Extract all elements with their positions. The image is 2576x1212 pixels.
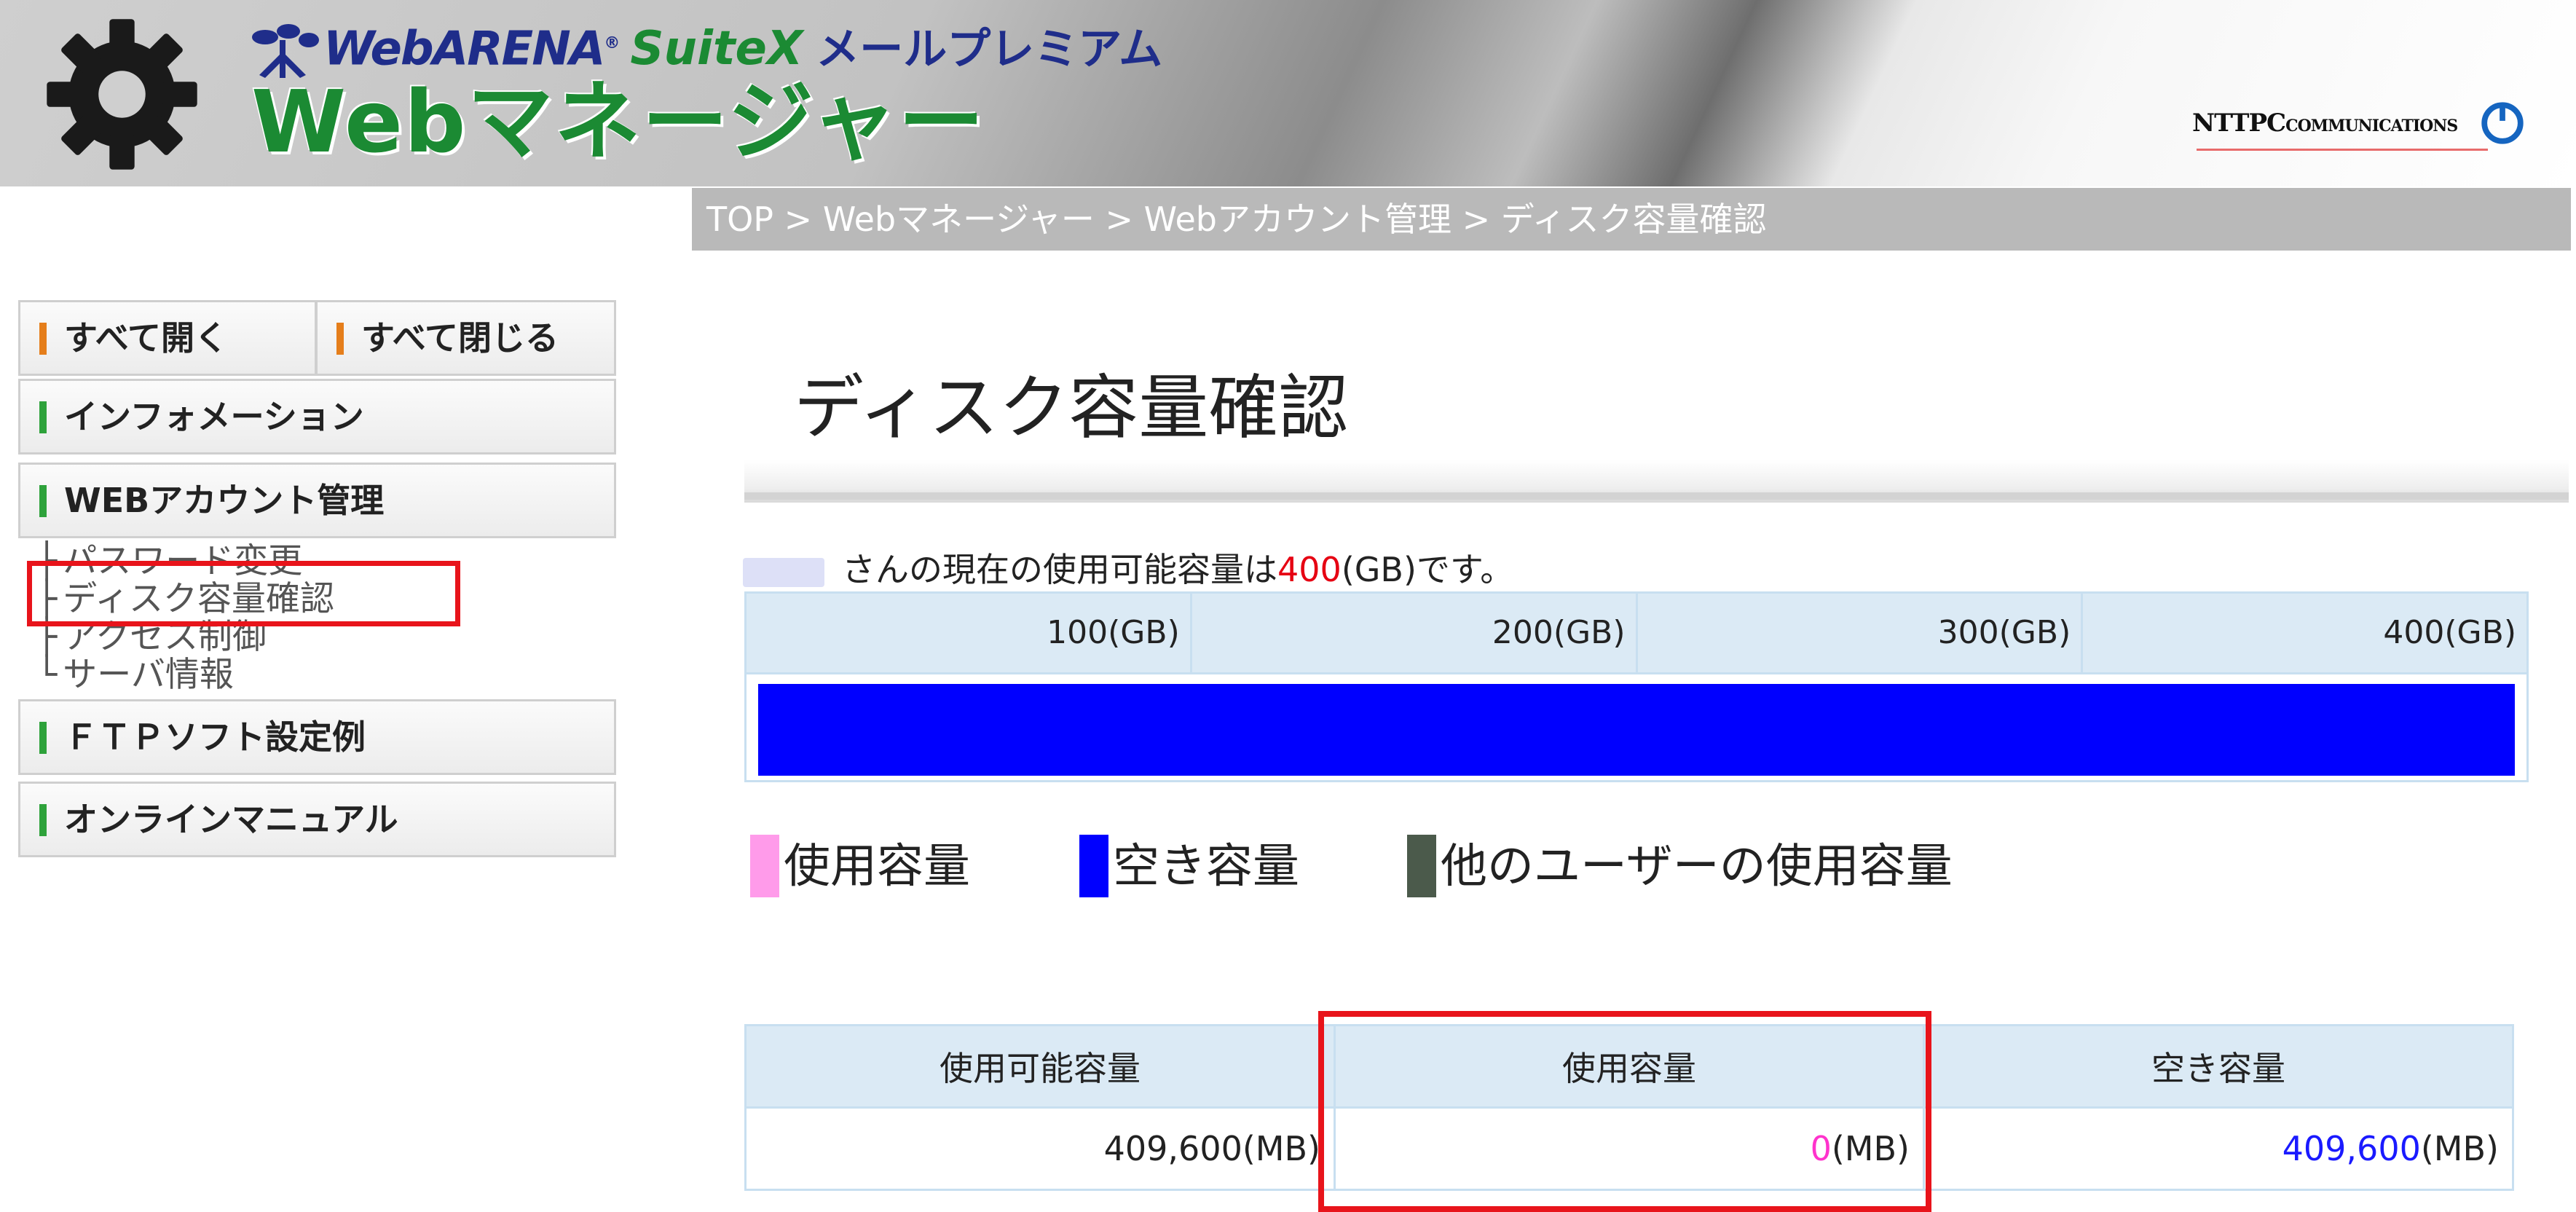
ntt-logo-pc: PC: [2248, 109, 2286, 138]
header-available: 使用可能容量: [744, 1024, 1336, 1109]
tree-end-icon: └: [36, 655, 58, 695]
capacity-gauge: 100(GB) 200(GB) 300(GB) 400(GB): [744, 591, 2529, 782]
ntt-logo-underline: [2197, 149, 2488, 151]
green-bar-icon: [39, 804, 47, 836]
gauge-track: [758, 684, 2515, 776]
orange-bar-icon: [336, 323, 344, 355]
scale-label: 100(GB): [747, 594, 1192, 672]
gear-icon: [47, 19, 197, 170]
sidebar-item-label: インフォメーション: [64, 397, 364, 436]
ntt-logo-communications: COMMUNICATIONS: [2285, 117, 2458, 135]
legend-label-used: 使用容量: [784, 840, 970, 894]
available-value: 409,600: [1103, 1129, 1242, 1168]
ntt-power-icon: [2481, 102, 2524, 144]
cell-free: 409,600(MB): [1923, 1106, 2514, 1191]
scale-label: 200(GB): [1192, 594, 1638, 672]
sidebar-item-web-account[interactable]: WEBアカウント管理: [18, 463, 616, 538]
page-title: ディスク容量確認: [794, 367, 1349, 449]
ntt-logo-text: NTTPCCOMMUNICATIONS: [2192, 109, 2458, 138]
highlight-box-sidebar: [27, 561, 460, 626]
scale-label: 400(GB): [2383, 614, 2516, 651]
gauge-scale: 100(GB) 200(GB) 300(GB) 400(GB): [747, 594, 2526, 674]
expand-all-button[interactable]: すべて開く: [18, 300, 317, 376]
ntt-pc-logo: NTTPCCOMMUNICATIONS: [2192, 101, 2525, 152]
title-underline: [744, 492, 2569, 500]
legend-swatch-used: [750, 835, 779, 897]
legend-label-free: 空き容量: [1113, 840, 1299, 894]
sentence-prefix: さんの現在の使用可能容量は: [842, 550, 1277, 589]
cell-available: 409,600(MB): [744, 1106, 1336, 1191]
legend-swatch-others: [1407, 835, 1436, 897]
sidebar-item-ftp-examples[interactable]: ＦＴＰソフト設定例: [18, 699, 616, 775]
green-bar-icon: [39, 722, 47, 754]
sidebar-item-label: WEBアカウント管理: [64, 481, 385, 520]
header-free: 空き容量: [1923, 1024, 2514, 1109]
unit-label: (MB): [2420, 1129, 2499, 1168]
collapse-all-button[interactable]: すべて閉じる: [315, 300, 616, 376]
expand-all-label: すべて開く: [64, 318, 228, 358]
sidebar-item-online-manual[interactable]: オンラインマニュアル: [18, 782, 616, 857]
app-title: Webマネージャー: [251, 71, 986, 172]
header-banner: WebARENA® SuiteX メールプレミアム Webマネージャー NTTPCC…: [0, 0, 2576, 186]
capacity-sentence: さんの現在の使用可能容量は400(GB)です。: [743, 548, 1513, 591]
sidebar-item-label: ＦＴＰソフト設定例: [64, 717, 366, 757]
scale-label: 300(GB): [1638, 594, 2084, 672]
legend-label-others: 他のユーザーの使用容量: [1441, 840, 1953, 894]
sentence-suffix: (GB)です。: [1341, 550, 1514, 589]
green-bar-icon: [39, 485, 47, 517]
capacity-value: 400: [1277, 550, 1342, 589]
collapse-all-label: すべて閉じる: [361, 318, 559, 358]
orange-bar-icon: [39, 323, 47, 355]
sidebar-item-label: オンラインマニュアル: [64, 800, 398, 839]
sidebar-subitem-server-info[interactable]: └ サーバ情報: [36, 656, 234, 695]
ntt-logo-ntt: NTT: [2192, 109, 2249, 138]
green-bar-icon: [39, 401, 47, 433]
unit-label: (MB): [1242, 1129, 1320, 1168]
highlight-box-used-capacity: [1318, 1011, 1931, 1212]
breadcrumb[interactable]: TOP > Webマネージャー > Webアカウント管理 > ディスク容量確認: [692, 188, 2571, 251]
masked-username: [743, 557, 824, 587]
free-value: 409,600: [2282, 1129, 2421, 1168]
registered-mark: ®: [604, 34, 621, 52]
gauge-fill-free: [758, 684, 2515, 776]
sidebar-item-information[interactable]: インフォメーション: [18, 379, 616, 454]
sidebar-subitem-label: サーバ情報: [63, 655, 234, 695]
legend-swatch-free: [1079, 835, 1108, 897]
